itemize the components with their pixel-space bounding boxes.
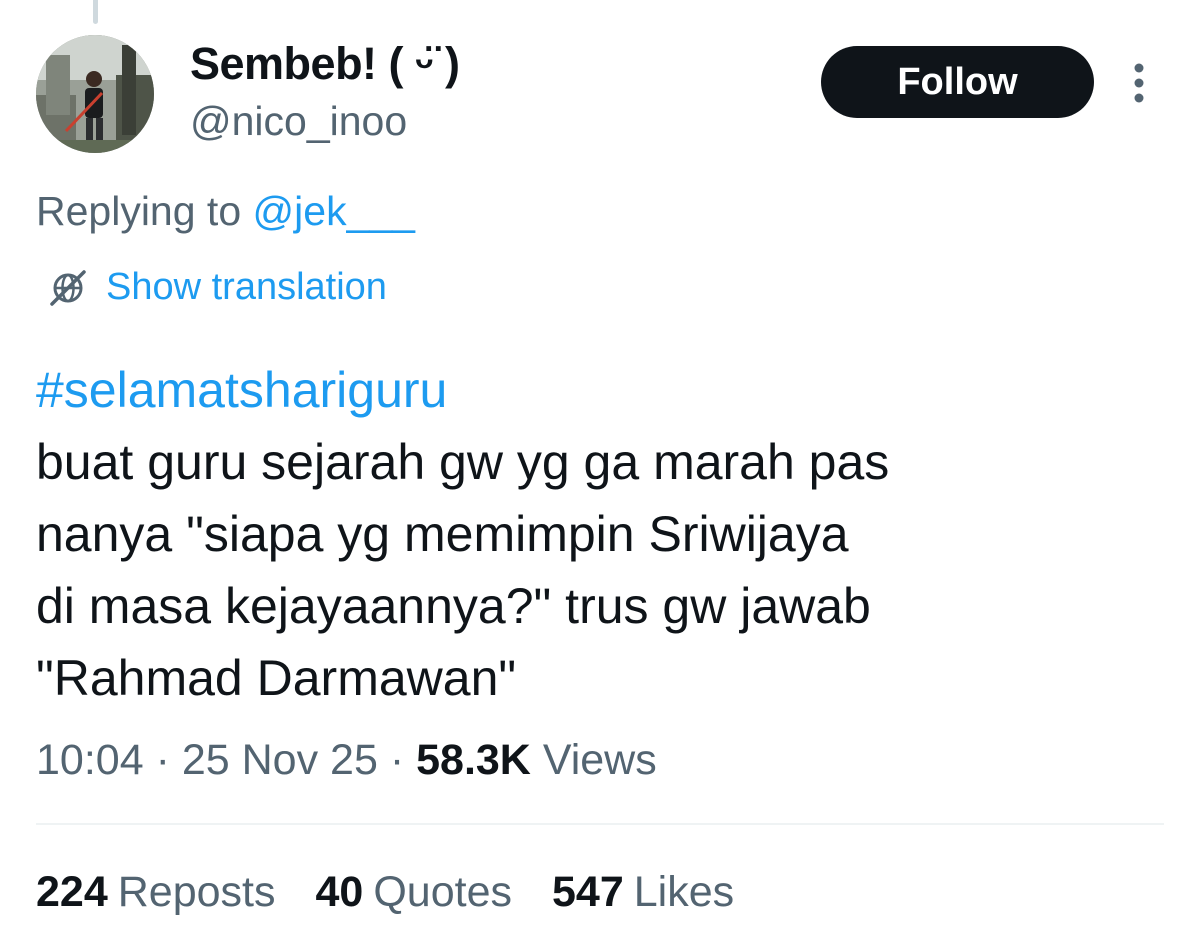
tweet-date[interactable]: 25 Nov 25 [182,736,378,784]
tweet-text-line: "Rahmad Darmawan" [36,650,517,706]
tweet-detail: Sembeb! ( ᵕ̈ ) @nico_inoo Follow Replyin… [0,0,1200,951]
follow-button[interactable]: Follow [821,46,1094,118]
globe-slash-icon [50,269,86,306]
likes-label: Likes [633,868,735,916]
author-display-name[interactable]: Sembeb! ( ᵕ̈ ) [190,38,460,90]
views-count: 58.3K [416,736,531,784]
avatar-photo [36,35,154,153]
more-vertical-icon[interactable] [1122,58,1156,108]
likes-stat[interactable]: 547 Likes [552,868,734,917]
meta-separator: · [389,736,405,784]
meta-separator: · [155,736,170,784]
show-translation-label: Show translation [106,266,387,308]
reposts-stat[interactable]: 224 Reposts [36,868,276,917]
show-translation-link[interactable]: Show translation [48,266,387,309]
reposts-label: Reposts [117,868,276,916]
tweet-text: #selamatshariguru buat guru sejarah gw y… [36,354,1156,714]
replying-to: Replying to @jek___ [36,188,415,235]
quotes-stat[interactable]: 40 Quotes [316,868,512,917]
tweet-text-line: buat guru sejarah gw yg ga marah pas [36,434,890,490]
tweet-text-line: di masa kejayaannya?" trus gw jawab [36,578,871,634]
avatar[interactable] [36,35,154,153]
reply-mention-link[interactable]: @jek___ [253,188,415,234]
tweet-text-line: nanya "siapa yg memimpin Sriwijaya [36,506,849,562]
tweet-meta: 10:04 · 25 Nov 25 · 58.3K Views [36,736,657,785]
hashtag-link[interactable]: #selamatshariguru [36,354,1156,426]
engagement-stats: 224 Reposts 40 Quotes 547 Likes [36,868,774,917]
thread-connector-line [93,0,98,24]
likes-count: 547 [551,868,624,916]
quotes-count: 40 [315,868,364,916]
quotes-label: Quotes [373,868,512,916]
views-label: Views [542,736,657,784]
reposts-count: 224 [36,868,108,916]
tweet-time[interactable]: 10:04 [36,736,144,784]
author-handle[interactable]: @nico_inoo [190,98,407,145]
divider [36,823,1164,825]
replying-to-prefix: Replying to [36,188,242,234]
